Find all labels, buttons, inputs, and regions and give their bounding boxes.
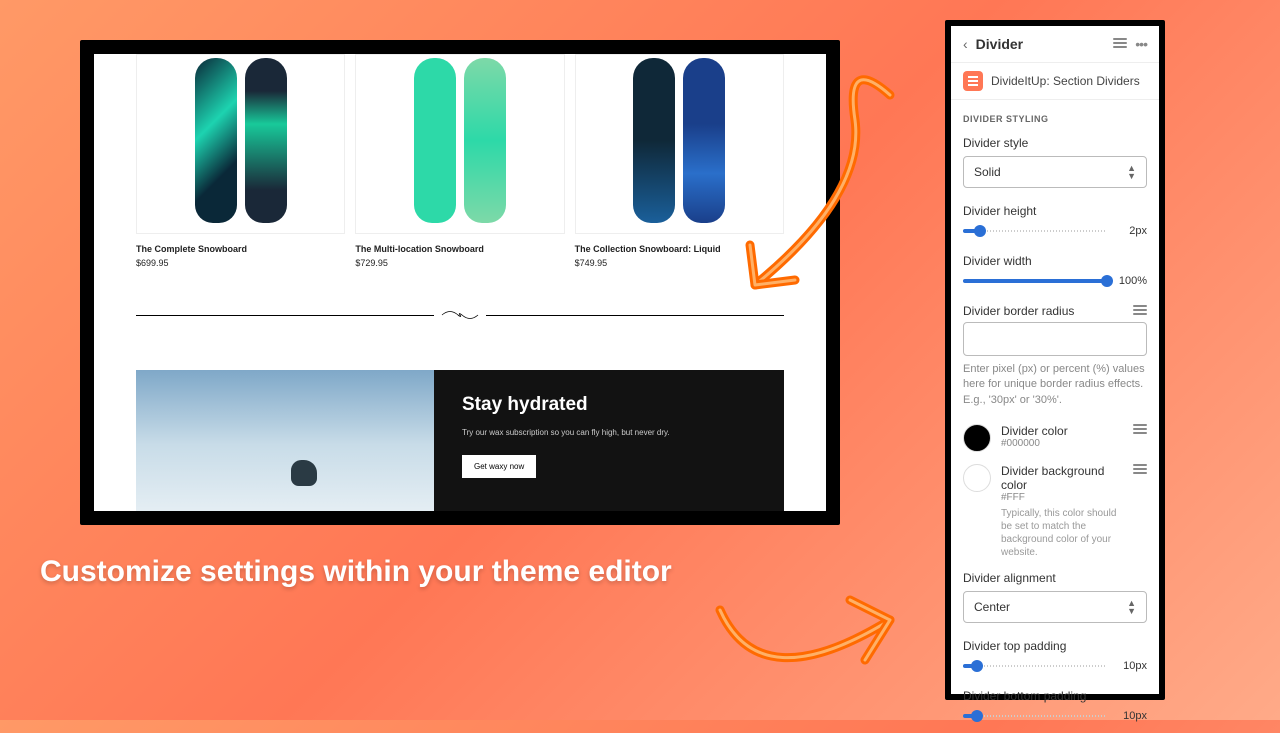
section-heading: DIVIDER STYLING (951, 100, 1159, 130)
field-border-radius-label-row: Divider border radius (951, 298, 1159, 322)
marketing-tagline: Customize settings within your theme edi… (40, 555, 672, 589)
database-icon[interactable] (1133, 305, 1147, 317)
product-card[interactable]: The Complete Snowboard $699.95 (136, 54, 345, 268)
field-divider-color: Divider color #000000 (951, 418, 1159, 458)
flourish-icon (440, 310, 480, 320)
product-price: $699.95 (136, 258, 345, 268)
field-label: Divider border radius (963, 304, 1074, 318)
product-name: The Collection Snowboard: Liquid (575, 244, 784, 254)
field-label: Divider alignment (963, 571, 1147, 585)
product-image (355, 54, 564, 234)
back-icon[interactable]: ‹ (963, 36, 968, 52)
helper-text: Enter pixel (px) or percent (%) values h… (963, 362, 1147, 408)
slider-value: 10px (1115, 660, 1147, 672)
product-card[interactable]: The Multi-location Snowboard $729.95 (355, 54, 564, 268)
app-name: DivideItUp: Section Dividers (991, 74, 1140, 88)
field-label: Divider width (963, 254, 1147, 268)
color-hex: #FFF (1001, 492, 1123, 503)
product-image (575, 54, 784, 234)
field-label: Divider bottom padding (963, 689, 1147, 703)
color-swatch[interactable] (963, 424, 991, 452)
section-divider (136, 310, 784, 320)
field-label: Divider top padding (963, 639, 1147, 653)
product-price: $749.95 (575, 258, 784, 268)
chevron-updown-icon: ▲▼ (1127, 164, 1136, 180)
callout-arrow-icon (700, 570, 920, 700)
field-top-padding: Divider top padding 10px (951, 633, 1159, 683)
height-slider[interactable] (963, 224, 1107, 238)
storefront-preview-frame: The Complete Snowboard $699.95 The Multi… (80, 40, 840, 525)
alignment-select[interactable]: Center ▲▼ (963, 591, 1147, 623)
field-alignment: Divider alignment Center ▲▼ (951, 565, 1159, 633)
slider-value: 2px (1115, 225, 1147, 237)
field-label: Divider style (963, 136, 1147, 150)
product-name: The Complete Snowboard (136, 244, 345, 254)
hero-banner: Stay hydrated Try our wax subscription s… (136, 370, 784, 511)
field-divider-height: Divider height 2px (951, 198, 1159, 248)
hero-cta-button[interactable]: Get waxy now (462, 455, 536, 478)
hero-body: Try our wax subscription so you can fly … (462, 428, 760, 437)
helper-text: Typically, this color should be set to m… (1001, 507, 1123, 559)
app-identifier[interactable]: DivideItUp: Section Dividers (951, 63, 1159, 100)
hero-title: Stay hydrated (462, 394, 760, 416)
panel-header: ‹ Divider ••• (951, 26, 1159, 63)
field-divider-style: Divider style Solid ▲▼ (951, 130, 1159, 198)
color-swatch[interactable] (963, 464, 991, 492)
width-slider[interactable] (963, 274, 1107, 288)
more-icon[interactable]: ••• (1135, 38, 1147, 50)
product-name: The Multi-location Snowboard (355, 244, 564, 254)
settings-panel: ‹ Divider ••• DivideItUp: Section Divide… (945, 20, 1165, 700)
field-bottom-padding: Divider bottom padding 10px (951, 683, 1159, 733)
storefront-preview: The Complete Snowboard $699.95 The Multi… (94, 54, 826, 511)
product-image (136, 54, 345, 234)
border-radius-input[interactable] (963, 322, 1147, 356)
product-price: $729.95 (355, 258, 564, 268)
field-bg-color: Divider background color #FFF Typically,… (951, 458, 1159, 565)
product-card[interactable]: The Collection Snowboard: Liquid $749.95 (575, 54, 784, 268)
chevron-updown-icon: ▲▼ (1127, 599, 1136, 615)
select-value: Solid (974, 165, 1001, 179)
app-logo-icon (963, 71, 983, 91)
hero-content: Stay hydrated Try our wax subscription s… (434, 370, 784, 511)
slider-value: 10px (1115, 710, 1147, 722)
top-padding-slider[interactable] (963, 659, 1107, 673)
database-icon[interactable] (1113, 38, 1127, 50)
slider-value: 100% (1115, 275, 1147, 287)
panel-title: Divider (976, 36, 1114, 52)
color-label: Divider background color (1001, 464, 1123, 492)
color-label: Divider color (1001, 424, 1123, 438)
field-border-radius: Enter pixel (px) or percent (%) values h… (951, 322, 1159, 418)
product-grid: The Complete Snowboard $699.95 The Multi… (94, 54, 826, 268)
bottom-padding-slider[interactable] (963, 709, 1107, 723)
field-label: Divider height (963, 204, 1147, 218)
field-divider-width: Divider width 100% (951, 248, 1159, 298)
style-select[interactable]: Solid ▲▼ (963, 156, 1147, 188)
select-value: Center (974, 600, 1010, 614)
database-icon[interactable] (1133, 464, 1147, 476)
color-hex: #000000 (1001, 438, 1123, 449)
hero-image (136, 370, 434, 511)
database-icon[interactable] (1133, 424, 1147, 436)
